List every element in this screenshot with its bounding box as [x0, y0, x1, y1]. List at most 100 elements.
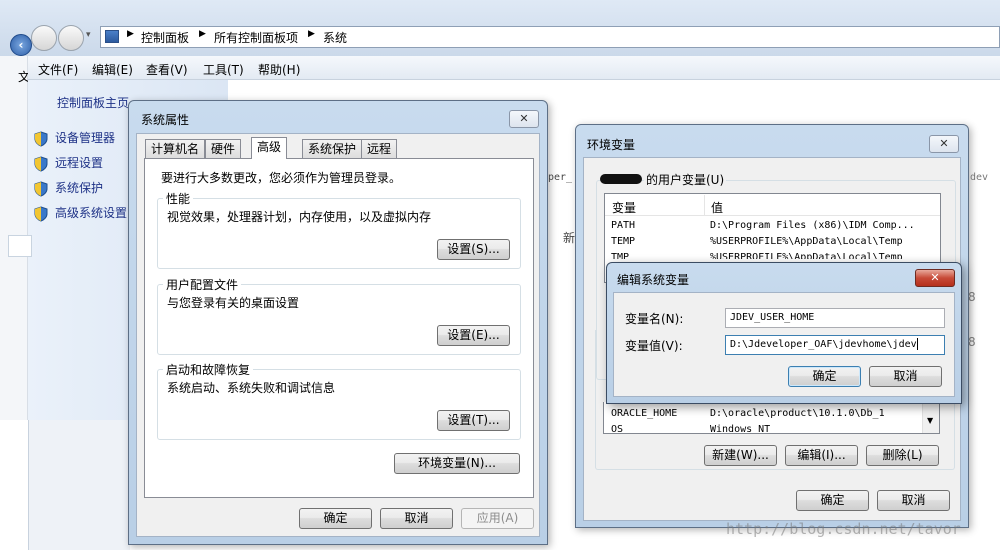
ok-button[interactable]: 确定 — [299, 508, 372, 529]
address-bar[interactable]: ▶ 控制面板 ▶ 所有控制面板项 ▶ 系统 — [100, 26, 1000, 48]
breadcrumb-item[interactable]: 控制面板 — [141, 29, 189, 46]
breadcrumb-separator-icon: ▶ — [308, 29, 315, 39]
table-row[interactable]: ORACLE_HOME D:\oracle\product\10.1.0\Db_… — [606, 406, 916, 422]
button-label: 新建(W)... — [712, 448, 769, 462]
shield-icon — [33, 155, 49, 172]
startup-recovery-description: 系统启动、系统失败和调试信息 — [167, 381, 336, 395]
button-label: 设置(E)... — [447, 328, 500, 342]
background-text: 8 — [968, 335, 976, 349]
variable-name: ORACLE_HOME — [611, 408, 678, 419]
system-properties-dialog: 系统属性 ✕ 计算机名 硬件 高级 系统保护 远程 要进行大多数更改，您必须作为… — [128, 100, 548, 545]
tab-computer-name[interactable]: 计算机名 — [145, 139, 206, 159]
tab-label: 高级 — [257, 140, 282, 154]
table-row[interactable]: PATH D:\Program Files (x86)\IDM Comp... — [606, 218, 936, 234]
close-button[interactable]: ✕ — [915, 269, 955, 287]
variable-name: PATH — [611, 220, 636, 231]
table-row[interactable]: TMP %USERPROFILE%\AppData\Local\Temp — [606, 250, 936, 259]
watermark: http://blog.csdn.net/tavor — [726, 520, 961, 538]
startup-recovery-settings-button[interactable]: 设置(T)... — [437, 410, 510, 431]
tab-hardware[interactable]: 硬件 — [205, 139, 242, 159]
sidebar-item-device-manager[interactable]: 设备管理器 — [33, 128, 115, 148]
performance-group-title: 性能 — [163, 190, 194, 207]
new-variable-button[interactable]: 新建(W)... — [704, 445, 777, 466]
scroll-down-arrow-icon[interactable]: ▼ — [927, 416, 933, 425]
close-button[interactable]: ✕ — [929, 135, 959, 153]
dialog-title: 编辑系统变量 — [617, 273, 690, 287]
button-label: 取消 — [893, 369, 918, 383]
sidebar-item-advanced-settings[interactable]: 高级系统设置 — [33, 203, 127, 223]
nav-forward-circle-button[interactable] — [58, 25, 84, 51]
edit-system-variable-dialog: 编辑系统变量 ✕ 变量名(N): JDEV_USER_HOME 变量值(V): … — [606, 262, 962, 404]
column-header-value[interactable]: 值 — [711, 199, 723, 216]
button-label: 设置(S)... — [447, 242, 500, 256]
edit-variable-button[interactable]: 编辑(I)... — [785, 445, 858, 466]
variable-value-label: 变量值(V): — [625, 339, 683, 353]
table-row[interactable]: OS Windows_NT — [606, 422, 916, 433]
back-arrow-icon: ‹ — [18, 38, 24, 52]
background-text: dev — [970, 172, 989, 183]
sidebar-item-label: 设备管理器 — [55, 131, 116, 145]
tab-system-protection[interactable]: 系统保护 — [302, 139, 363, 159]
user-profiles-group-title: 用户配置文件 — [163, 276, 242, 293]
variable-value: Windows_NT — [710, 424, 771, 433]
sidebar-item-label: 系统保护 — [55, 181, 104, 195]
button-label: 取消 — [404, 511, 429, 525]
performance-settings-button[interactable]: 设置(S)... — [437, 239, 510, 260]
dialog-title: 系统属性 — [141, 113, 190, 127]
close-icon: ✕ — [930, 271, 940, 284]
shield-icon — [33, 205, 49, 222]
menu-view[interactable]: 查看(V) — [146, 61, 188, 78]
button-label: 确定 — [323, 511, 348, 525]
delete-variable-button[interactable]: 删除(L) — [866, 445, 939, 466]
menu-help[interactable]: 帮助(H) — [258, 61, 300, 78]
breadcrumb-item[interactable]: 所有控制面板项 — [214, 29, 298, 46]
cancel-button[interactable]: 取消 — [877, 490, 950, 511]
menu-edit[interactable]: 编辑(E) — [92, 61, 133, 78]
breadcrumb-item[interactable]: 系统 — [323, 29, 347, 46]
button-label: 删除(L) — [882, 448, 923, 462]
button-label: 设置(T)... — [447, 413, 500, 427]
table-row[interactable]: TEMP %USERPROFILE%\AppData\Local\Temp — [606, 234, 936, 250]
menu-bar: 文件(F) 编辑(E) 查看(V) 工具(T) 帮助(H) — [28, 56, 1000, 80]
menu-tools[interactable]: 工具(T) — [203, 61, 244, 78]
variable-name-label: 变量名(N): — [625, 312, 684, 326]
background-text: per_ — [548, 172, 573, 183]
recent-pages-chevron-icon[interactable]: ▾ — [86, 30, 91, 40]
list-scrollbar[interactable]: ▼ — [922, 402, 939, 433]
cancel-button[interactable]: 取消 — [380, 508, 453, 529]
variable-value: %USERPROFILE%\AppData\Local\Temp — [710, 252, 903, 259]
variable-value: D:\Program Files (x86)\IDM Comp... — [710, 220, 915, 231]
column-header-variable[interactable]: 变量 — [612, 199, 636, 216]
tab-advanced[interactable]: 高级 — [251, 137, 288, 159]
sidebar-item-label: 高级系统设置 — [55, 206, 128, 220]
variable-value-field[interactable]: D:\Jdeveloper_OAF\jdevhome\jdev — [725, 335, 945, 355]
menu-file[interactable]: 文件(F) — [38, 61, 78, 78]
background-text: 8 — [968, 290, 976, 304]
sidebar-item-system-protection[interactable]: 系统保护 — [33, 178, 103, 198]
breadcrumb-separator-icon: ▶ — [127, 29, 134, 39]
apply-button[interactable]: 应用(A) — [461, 508, 534, 529]
cancel-button[interactable]: 取消 — [869, 366, 942, 387]
button-label: 编辑(I)... — [797, 448, 846, 462]
close-button[interactable]: ✕ — [509, 110, 539, 128]
nav-back-circle-button[interactable] — [31, 25, 57, 51]
text-cursor — [916, 338, 918, 350]
user-profiles-settings-button[interactable]: 设置(E)... — [437, 325, 510, 346]
sidebar-home-link[interactable]: 控制面板主页 — [57, 94, 129, 111]
redacted-username — [600, 174, 642, 184]
back-button[interactable]: ‹ — [10, 34, 32, 56]
variable-name-field[interactable]: JDEV_USER_HOME — [725, 308, 945, 328]
background-window-edge — [28, 420, 130, 550]
variable-value: %USERPROFILE%\AppData\Local\Temp — [710, 236, 903, 247]
environment-variables-button[interactable]: 环境变量(N)... — [394, 453, 520, 474]
button-label: 确定 — [820, 493, 845, 507]
admin-note: 要进行大多数更改，您必须作为管理员登录。 — [161, 171, 402, 185]
tab-remote[interactable]: 远程 — [361, 139, 398, 159]
ok-button[interactable]: 确定 — [788, 366, 861, 387]
sidebar-scroll-divider — [8, 235, 32, 257]
close-icon: ✕ — [939, 137, 949, 150]
button-label: 取消 — [901, 493, 926, 507]
variable-value: D:\oracle\product\10.1.0\Db_1 — [710, 408, 885, 419]
ok-button[interactable]: 确定 — [796, 490, 869, 511]
sidebar-item-remote-settings[interactable]: 远程设置 — [33, 153, 103, 173]
